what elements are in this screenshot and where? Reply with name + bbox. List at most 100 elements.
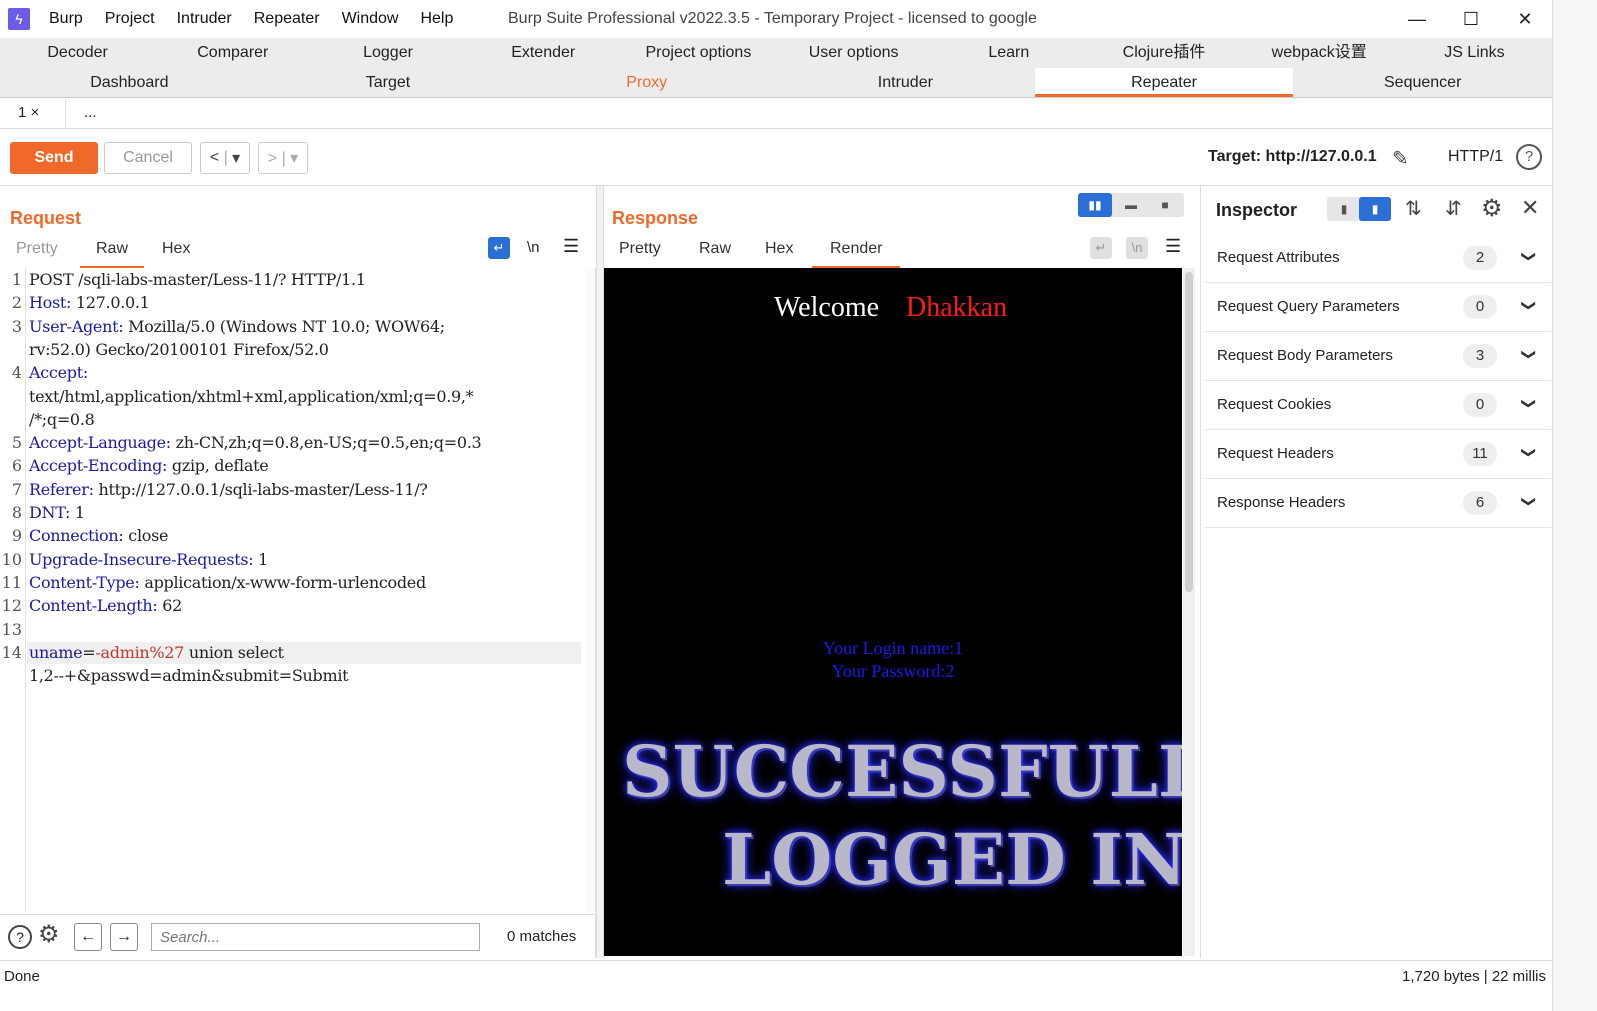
response-word-wrap-icon: ↵	[1090, 237, 1112, 259]
menu-burp[interactable]: Burp	[38, 10, 94, 28]
close-window-icon[interactable]: ✕	[1498, 4, 1552, 34]
tab-user-options[interactable]: User options	[776, 38, 931, 68]
edit-target-icon[interactable]: ✎	[1392, 146, 1409, 171]
request-line: Accept-Encoding: gzip, deflate	[29, 456, 269, 475]
inspector-settings-gear-icon[interactable]: ⚙	[1481, 194, 1503, 223]
inspector-row-query-parameters[interactable]: Request Query Parameters 0 ❯	[1205, 283, 1551, 332]
request-line: Content-Type: application/x-www-form-url…	[29, 573, 426, 592]
tab-decoder[interactable]: Decoder	[0, 38, 155, 68]
welcome-text: Welcome	[774, 292, 880, 323]
request-line: rv:52.0) Gecko/20100101 Firefox/52.0	[29, 340, 329, 359]
inspector-row-response-headers[interactable]: Response Headers 6 ❯	[1205, 479, 1551, 528]
search-next-arrow-icon[interactable]: →	[110, 923, 138, 951]
inspector-collapse-icon[interactable]: ▮	[1331, 197, 1357, 221]
menu-help[interactable]: Help	[409, 10, 464, 28]
burp-logo-icon: ϟ	[8, 8, 30, 30]
send-button[interactable]: Send	[10, 142, 98, 174]
inspector-row-cookies[interactable]: Request Cookies 0 ❯	[1205, 381, 1551, 430]
tab-comparer[interactable]: Comparer	[155, 38, 310, 68]
tab-target[interactable]: Target	[259, 68, 518, 97]
title-bar: ϟ Burp Project Intruder Repeater Window …	[0, 0, 1552, 38]
chevron-down-icon[interactable]: ❯	[1520, 349, 1537, 361]
tab-learn[interactable]: Learn	[931, 38, 1086, 68]
inspector-row-label: Response Headers	[1217, 494, 1346, 511]
line-number: 5	[11, 433, 22, 453]
header-key: User-Agent:	[29, 316, 124, 336]
search-prev-arrow-icon[interactable]: ←	[74, 923, 102, 951]
repeater-tab-1[interactable]: 1 ×	[0, 99, 66, 128]
search-input[interactable]	[151, 923, 480, 951]
line-number: 14	[1, 643, 22, 662]
search-help-icon[interactable]: ?	[8, 925, 32, 949]
request-menu-icon[interactable]: ☰	[563, 236, 579, 257]
tab-extender[interactable]: Extender	[466, 38, 621, 68]
repeater-toolbar: Send Cancel < | ▾ > | ▾ Target: http://1…	[0, 130, 1552, 186]
tab-dashboard[interactable]: Dashboard	[0, 68, 259, 97]
response-tab-pretty[interactable]: Pretty	[619, 240, 661, 266]
newline-toggle[interactable]: \n	[527, 239, 540, 256]
response-tab-render[interactable]: Render	[812, 240, 901, 268]
menu-window[interactable]: Window	[331, 10, 410, 28]
request-line: Accept:	[29, 363, 88, 382]
response-tab-raw[interactable]: Raw	[699, 240, 731, 266]
repeater-tab-new[interactable]: ...	[66, 99, 115, 128]
tab-project-options[interactable]: Project options	[621, 38, 776, 68]
tab-intruder[interactable]: Intruder	[776, 68, 1035, 97]
history-forward-button[interactable]: > | ▾	[258, 142, 308, 174]
password-text: Your Password:2	[831, 661, 955, 681]
chevron-down-icon[interactable]: ❯	[1520, 398, 1537, 410]
search-settings-gear-icon[interactable]: ⚙	[38, 920, 60, 949]
welcome-name: Dhakkan	[906, 292, 1008, 323]
header-key: Upgrade-Insecure-Requests:	[29, 549, 254, 569]
search-bar: ? ⚙ ← → 0 matches	[0, 914, 596, 958]
layout-tabbed-icon[interactable]: ■	[1150, 193, 1180, 217]
tab-js-links[interactable]: JS Links	[1397, 38, 1552, 68]
request-tab-hex[interactable]: Hex	[162, 240, 190, 266]
menu-project[interactable]: Project	[94, 10, 166, 28]
render-scrollbar[interactable]	[1183, 268, 1195, 956]
inspector-expand-icon[interactable]: ▮	[1359, 197, 1391, 221]
line-number: 13	[1, 619, 22, 639]
tab-sequencer[interactable]: Sequencer	[1293, 68, 1552, 97]
editor-scrollbar[interactable]	[585, 268, 595, 912]
menu-repeater[interactable]: Repeater	[243, 10, 331, 28]
panel-splitter[interactable]	[596, 186, 604, 958]
expand-all-icon[interactable]: ⇅	[1405, 196, 1422, 221]
chevron-down-icon[interactable]: ❯	[1520, 447, 1537, 459]
tab-webpack[interactable]: webpack设置	[1242, 38, 1397, 68]
request-tab-pretty[interactable]: Pretty	[16, 240, 58, 266]
tab-clojure[interactable]: Clojure插件	[1086, 38, 1241, 68]
menu-intruder[interactable]: Intruder	[166, 10, 243, 28]
maximize-icon[interactable]: ☐	[1444, 4, 1498, 34]
history-back-button[interactable]: < | ▾	[200, 142, 250, 174]
chevron-down-icon[interactable]: ❯	[1520, 251, 1537, 263]
tab-proxy[interactable]: Proxy	[517, 68, 776, 97]
request-tab-raw[interactable]: Raw	[80, 240, 145, 268]
chevron-down-icon[interactable]: ❯	[1520, 496, 1537, 508]
inspector-close-icon[interactable]: ✕	[1521, 195, 1539, 221]
tab-repeater[interactable]: Repeater	[1034, 68, 1294, 97]
cancel-button[interactable]: Cancel	[104, 142, 192, 174]
request-editor[interactable]: 1 POST /sqli-labs-master/Less-11/? HTTP/1…	[0, 268, 596, 912]
word-wrap-icon[interactable]: ↵	[488, 237, 510, 259]
tab-logger[interactable]: Logger	[310, 38, 465, 68]
response-menu-icon[interactable]: ☰	[1165, 236, 1181, 257]
inspector-row-request-attributes[interactable]: Request Attributes 2 ❯	[1205, 234, 1551, 283]
chevron-down-icon[interactable]: ❯	[1520, 300, 1537, 312]
line-number: 2	[11, 293, 22, 313]
help-icon[interactable]: ?	[1516, 144, 1542, 170]
inspector-row-body-parameters[interactable]: Request Body Parameters 3 ❯	[1205, 332, 1551, 381]
inspector-row-label: Request Body Parameters	[1217, 347, 1393, 364]
response-tab-hex[interactable]: Hex	[765, 240, 793, 266]
render-scroll-thumb[interactable]	[1185, 272, 1193, 592]
layout-stacked-icon[interactable]: ▬	[1116, 193, 1146, 217]
header-value: zh-CN,zh;q=0.8,en-US;q=0.5,en;q=0.3	[170, 433, 482, 453]
inspector-row-request-headers[interactable]: Request Headers 11 ❯	[1205, 430, 1551, 479]
layout-side-by-side-icon[interactable]: ▮▮	[1078, 193, 1112, 217]
collapse-all-icon[interactable]: ⇵	[1445, 196, 1462, 221]
http-version-label[interactable]: HTTP/1	[1448, 148, 1503, 166]
request-line: User-Agent: Mozilla/5.0 (Windows NT 10.0…	[29, 317, 445, 336]
minimize-icon[interactable]: —	[1390, 4, 1444, 34]
header-value: 62	[157, 596, 183, 616]
inspector-row-count: 11	[1463, 442, 1497, 466]
